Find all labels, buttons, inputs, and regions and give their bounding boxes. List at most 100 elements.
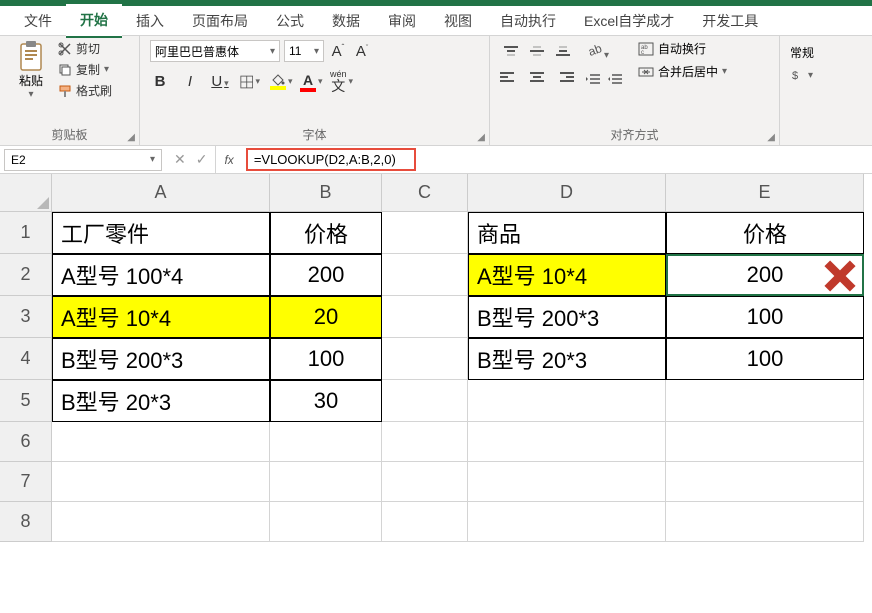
menu-data[interactable]: 数据 [318, 5, 374, 37]
col-header-c[interactable]: C [382, 174, 468, 212]
align-right-button[interactable] [552, 66, 574, 88]
merge-center-button[interactable]: 合并后居中 ▾ [638, 63, 727, 80]
row-header-4[interactable]: 4 [0, 338, 52, 380]
formula-input[interactable]: =VLOOKUP(D2,A:B,2,0) [246, 148, 416, 171]
cell-a4[interactable]: B型号 200*3 [52, 338, 270, 380]
cancel-formula-button[interactable]: ✕ [174, 151, 186, 168]
row-header-3[interactable]: 3 [0, 296, 52, 338]
cell-c7[interactable] [382, 462, 468, 502]
paste-button[interactable]: 粘贴 ▾ [10, 40, 52, 100]
font-name-select[interactable]: 阿里巴巴普惠体 ▾ [150, 40, 280, 62]
cell-e6[interactable] [666, 422, 864, 462]
col-header-e[interactable]: E [666, 174, 864, 212]
border-button[interactable]: ▾ [240, 74, 260, 90]
menu-insert[interactable]: 插入 [122, 5, 178, 37]
cell-b5[interactable]: 30 [270, 380, 382, 422]
cell-d5[interactable] [468, 380, 666, 422]
align-center-button[interactable] [526, 66, 548, 88]
menu-developer[interactable]: 开发工具 [688, 5, 772, 37]
align-top-button[interactable] [500, 40, 522, 62]
cell-b4[interactable]: 100 [270, 338, 382, 380]
col-header-b[interactable]: B [270, 174, 382, 212]
cell-b2[interactable]: 200 [270, 254, 382, 296]
format-painter-button[interactable]: 格式刷 [58, 82, 112, 99]
cell-d8[interactable] [468, 502, 666, 542]
phonetic-guide-button[interactable]: wén 文 ▾ [330, 70, 350, 93]
currency-button[interactable]: $▾ [790, 67, 813, 83]
cell-c4[interactable] [382, 338, 468, 380]
cell-b8[interactable] [270, 502, 382, 542]
cell-b1[interactable]: 价格 [270, 212, 382, 254]
bold-button[interactable]: B [150, 73, 170, 90]
orientation-button[interactable]: ab▾ [586, 40, 624, 61]
cell-c5[interactable] [382, 380, 468, 422]
menu-excel-self-learn[interactable]: Excel自学成才 [570, 5, 688, 37]
cell-e3[interactable]: 100 [666, 296, 864, 338]
cell-b3[interactable]: 20 [270, 296, 382, 338]
menu-review[interactable]: 审阅 [374, 5, 430, 37]
menu-view[interactable]: 视图 [430, 5, 486, 37]
dialog-launcher-icon[interactable]: ◢ [767, 132, 775, 143]
cell-a5[interactable]: B型号 20*3 [52, 380, 270, 422]
cut-button[interactable]: 剪切 [58, 40, 112, 57]
cell-a2[interactable]: A型号 100*4 [52, 254, 270, 296]
fill-color-button[interactable]: ▾ [270, 74, 290, 90]
cell-c6[interactable] [382, 422, 468, 462]
cell-c3[interactable] [382, 296, 468, 338]
align-left-button[interactable] [500, 66, 522, 88]
col-header-a[interactable]: A [52, 174, 270, 212]
dialog-launcher-icon[interactable]: ◢ [477, 132, 485, 143]
cell-d3[interactable]: B型号 200*3 [468, 296, 666, 338]
fx-button[interactable]: fx [216, 153, 241, 167]
cell-e4[interactable]: 100 [666, 338, 864, 380]
cell-c2[interactable] [382, 254, 468, 296]
menu-formulas[interactable]: 公式 [262, 5, 318, 37]
align-bottom-button[interactable] [552, 40, 574, 62]
cell-d4[interactable]: B型号 20*3 [468, 338, 666, 380]
row-header-6[interactable]: 6 [0, 422, 52, 462]
underline-button[interactable]: U▾ [210, 73, 230, 90]
cell-d6[interactable] [468, 422, 666, 462]
row-header-8[interactable]: 8 [0, 502, 52, 542]
number-format-select[interactable]: 常规 [790, 44, 814, 61]
cell-e8[interactable] [666, 502, 864, 542]
increase-font-button[interactable]: Aˆ [328, 43, 348, 60]
wrap-text-button[interactable]: abc 自动换行 [638, 40, 727, 57]
cell-e7[interactable] [666, 462, 864, 502]
cell-e1[interactable]: 价格 [666, 212, 864, 254]
menu-file[interactable]: 文件 [10, 5, 66, 37]
row-header-7[interactable]: 7 [0, 462, 52, 502]
name-box[interactable]: E2 ▾ [4, 149, 162, 171]
row-header-5[interactable]: 5 [0, 380, 52, 422]
accept-formula-button[interactable]: ✓ [196, 151, 208, 168]
cell-d2[interactable]: A型号 10*4 [468, 254, 666, 296]
cell-a3[interactable]: A型号 10*4 [52, 296, 270, 338]
select-all-corner[interactable] [0, 174, 52, 212]
copy-button[interactable]: 复制 ▾ [58, 61, 112, 78]
cell-a6[interactable] [52, 422, 270, 462]
font-color-button[interactable]: A ▾ [300, 72, 320, 92]
row-header-1[interactable]: 1 [0, 212, 52, 254]
font-size-select[interactable]: 11 ▾ [284, 40, 324, 62]
menu-home[interactable]: 开始 [66, 4, 122, 38]
row-header-2[interactable]: 2 [0, 254, 52, 296]
italic-button[interactable]: I [180, 73, 200, 90]
cell-d1[interactable]: 商品 [468, 212, 666, 254]
cell-c8[interactable] [382, 502, 468, 542]
cell-a1[interactable]: 工厂零件 [52, 212, 270, 254]
dialog-launcher-icon[interactable]: ◢ [127, 132, 135, 143]
cell-c1[interactable] [382, 212, 468, 254]
cell-a7[interactable] [52, 462, 270, 502]
align-middle-button[interactable] [526, 40, 548, 62]
decrease-indent-button[interactable] [586, 71, 602, 90]
menu-automate[interactable]: 自动执行 [486, 5, 570, 37]
col-header-d[interactable]: D [468, 174, 666, 212]
menu-page-layout[interactable]: 页面布局 [178, 5, 262, 37]
cell-d7[interactable] [468, 462, 666, 502]
cell-b7[interactable] [270, 462, 382, 502]
cell-a8[interactable] [52, 502, 270, 542]
cell-b6[interactable] [270, 422, 382, 462]
decrease-font-button[interactable]: Aˇ [352, 43, 372, 60]
increase-indent-button[interactable] [608, 71, 624, 90]
cell-e5[interactable] [666, 380, 864, 422]
